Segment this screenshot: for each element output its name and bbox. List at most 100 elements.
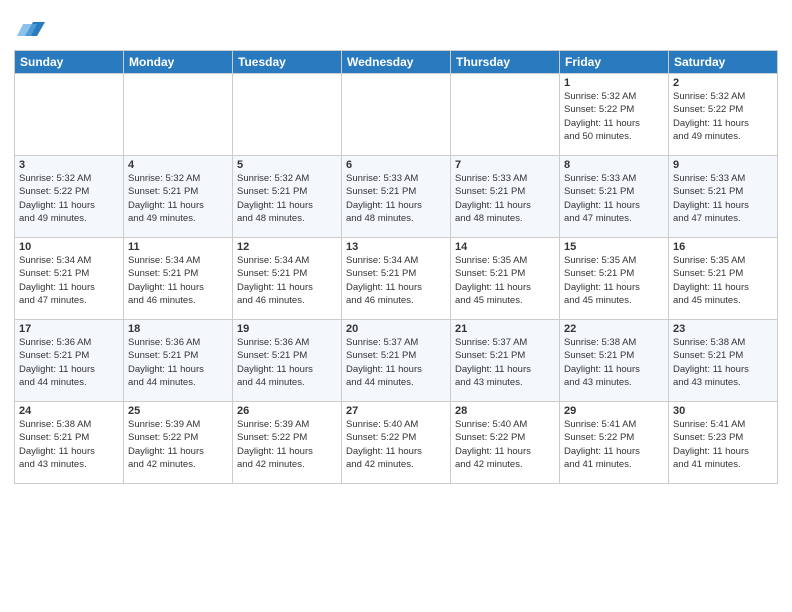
day-info: Sunrise: 5:33 AM Sunset: 5:21 PM Dayligh… bbox=[564, 172, 664, 225]
day-info: Sunrise: 5:32 AM Sunset: 5:21 PM Dayligh… bbox=[237, 172, 337, 225]
calendar-header-friday: Friday bbox=[560, 51, 669, 74]
day-number: 28 bbox=[455, 405, 555, 417]
header bbox=[14, 10, 778, 42]
day-info: Sunrise: 5:36 AM Sunset: 5:21 PM Dayligh… bbox=[237, 336, 337, 389]
day-number: 29 bbox=[564, 405, 664, 417]
day-number: 1 bbox=[564, 77, 664, 89]
calendar-cell: 9Sunrise: 5:33 AM Sunset: 5:21 PM Daylig… bbox=[669, 156, 778, 238]
day-info: Sunrise: 5:41 AM Sunset: 5:22 PM Dayligh… bbox=[564, 418, 664, 471]
day-info: Sunrise: 5:38 AM Sunset: 5:21 PM Dayligh… bbox=[673, 336, 773, 389]
day-number: 3 bbox=[19, 159, 119, 171]
day-info: Sunrise: 5:34 AM Sunset: 5:21 PM Dayligh… bbox=[128, 254, 228, 307]
day-number: 22 bbox=[564, 323, 664, 335]
calendar-cell: 25Sunrise: 5:39 AM Sunset: 5:22 PM Dayli… bbox=[124, 402, 233, 484]
day-number: 5 bbox=[237, 159, 337, 171]
day-info: Sunrise: 5:36 AM Sunset: 5:21 PM Dayligh… bbox=[19, 336, 119, 389]
day-number: 2 bbox=[673, 77, 773, 89]
calendar-cell: 10Sunrise: 5:34 AM Sunset: 5:21 PM Dayli… bbox=[15, 238, 124, 320]
calendar-cell bbox=[451, 74, 560, 156]
calendar-cell: 21Sunrise: 5:37 AM Sunset: 5:21 PM Dayli… bbox=[451, 320, 560, 402]
calendar-table: SundayMondayTuesdayWednesdayThursdayFrid… bbox=[14, 50, 778, 484]
calendar-cell: 2Sunrise: 5:32 AM Sunset: 5:22 PM Daylig… bbox=[669, 74, 778, 156]
calendar-header-monday: Monday bbox=[124, 51, 233, 74]
day-number: 10 bbox=[19, 241, 119, 253]
day-info: Sunrise: 5:32 AM Sunset: 5:21 PM Dayligh… bbox=[128, 172, 228, 225]
day-info: Sunrise: 5:36 AM Sunset: 5:21 PM Dayligh… bbox=[128, 336, 228, 389]
calendar-header-wednesday: Wednesday bbox=[342, 51, 451, 74]
calendar-cell: 4Sunrise: 5:32 AM Sunset: 5:21 PM Daylig… bbox=[124, 156, 233, 238]
day-info: Sunrise: 5:35 AM Sunset: 5:21 PM Dayligh… bbox=[455, 254, 555, 307]
calendar-cell: 17Sunrise: 5:36 AM Sunset: 5:21 PM Dayli… bbox=[15, 320, 124, 402]
calendar-header-tuesday: Tuesday bbox=[233, 51, 342, 74]
day-info: Sunrise: 5:34 AM Sunset: 5:21 PM Dayligh… bbox=[346, 254, 446, 307]
day-info: Sunrise: 5:40 AM Sunset: 5:22 PM Dayligh… bbox=[455, 418, 555, 471]
day-info: Sunrise: 5:32 AM Sunset: 5:22 PM Dayligh… bbox=[19, 172, 119, 225]
day-info: Sunrise: 5:38 AM Sunset: 5:21 PM Dayligh… bbox=[19, 418, 119, 471]
calendar-cell: 30Sunrise: 5:41 AM Sunset: 5:23 PM Dayli… bbox=[669, 402, 778, 484]
day-info: Sunrise: 5:40 AM Sunset: 5:22 PM Dayligh… bbox=[346, 418, 446, 471]
day-info: Sunrise: 5:33 AM Sunset: 5:21 PM Dayligh… bbox=[673, 172, 773, 225]
day-info: Sunrise: 5:39 AM Sunset: 5:22 PM Dayligh… bbox=[128, 418, 228, 471]
day-number: 21 bbox=[455, 323, 555, 335]
day-info: Sunrise: 5:38 AM Sunset: 5:21 PM Dayligh… bbox=[564, 336, 664, 389]
day-number: 27 bbox=[346, 405, 446, 417]
day-info: Sunrise: 5:33 AM Sunset: 5:21 PM Dayligh… bbox=[346, 172, 446, 225]
calendar-cell: 12Sunrise: 5:34 AM Sunset: 5:21 PM Dayli… bbox=[233, 238, 342, 320]
calendar-week-row: 3Sunrise: 5:32 AM Sunset: 5:22 PM Daylig… bbox=[15, 156, 778, 238]
day-info: Sunrise: 5:37 AM Sunset: 5:21 PM Dayligh… bbox=[455, 336, 555, 389]
calendar-cell: 29Sunrise: 5:41 AM Sunset: 5:22 PM Dayli… bbox=[560, 402, 669, 484]
day-number: 18 bbox=[128, 323, 228, 335]
calendar-cell: 28Sunrise: 5:40 AM Sunset: 5:22 PM Dayli… bbox=[451, 402, 560, 484]
page: SundayMondayTuesdayWednesdayThursdayFrid… bbox=[0, 0, 792, 612]
day-number: 12 bbox=[237, 241, 337, 253]
day-info: Sunrise: 5:33 AM Sunset: 5:21 PM Dayligh… bbox=[455, 172, 555, 225]
calendar-cell: 27Sunrise: 5:40 AM Sunset: 5:22 PM Dayli… bbox=[342, 402, 451, 484]
calendar-cell: 19Sunrise: 5:36 AM Sunset: 5:21 PM Dayli… bbox=[233, 320, 342, 402]
calendar-week-row: 17Sunrise: 5:36 AM Sunset: 5:21 PM Dayli… bbox=[15, 320, 778, 402]
day-number: 8 bbox=[564, 159, 664, 171]
day-number: 16 bbox=[673, 241, 773, 253]
logo-icon bbox=[17, 14, 45, 42]
calendar-cell: 8Sunrise: 5:33 AM Sunset: 5:21 PM Daylig… bbox=[560, 156, 669, 238]
calendar-cell bbox=[233, 74, 342, 156]
day-number: 17 bbox=[19, 323, 119, 335]
day-number: 25 bbox=[128, 405, 228, 417]
day-info: Sunrise: 5:35 AM Sunset: 5:21 PM Dayligh… bbox=[673, 254, 773, 307]
calendar-cell: 22Sunrise: 5:38 AM Sunset: 5:21 PM Dayli… bbox=[560, 320, 669, 402]
day-info: Sunrise: 5:34 AM Sunset: 5:21 PM Dayligh… bbox=[19, 254, 119, 307]
day-number: 23 bbox=[673, 323, 773, 335]
day-number: 14 bbox=[455, 241, 555, 253]
day-number: 30 bbox=[673, 405, 773, 417]
day-number: 24 bbox=[19, 405, 119, 417]
day-number: 15 bbox=[564, 241, 664, 253]
day-number: 20 bbox=[346, 323, 446, 335]
calendar-cell: 6Sunrise: 5:33 AM Sunset: 5:21 PM Daylig… bbox=[342, 156, 451, 238]
day-info: Sunrise: 5:34 AM Sunset: 5:21 PM Dayligh… bbox=[237, 254, 337, 307]
calendar-cell: 3Sunrise: 5:32 AM Sunset: 5:22 PM Daylig… bbox=[15, 156, 124, 238]
calendar-cell: 16Sunrise: 5:35 AM Sunset: 5:21 PM Dayli… bbox=[669, 238, 778, 320]
calendar-cell: 5Sunrise: 5:32 AM Sunset: 5:21 PM Daylig… bbox=[233, 156, 342, 238]
calendar-header-sunday: Sunday bbox=[15, 51, 124, 74]
day-number: 7 bbox=[455, 159, 555, 171]
calendar-cell bbox=[15, 74, 124, 156]
day-number: 11 bbox=[128, 241, 228, 253]
day-number: 4 bbox=[128, 159, 228, 171]
calendar-cell: 1Sunrise: 5:32 AM Sunset: 5:22 PM Daylig… bbox=[560, 74, 669, 156]
day-info: Sunrise: 5:41 AM Sunset: 5:23 PM Dayligh… bbox=[673, 418, 773, 471]
calendar-week-row: 1 Sunrise: 5:32 AM Sunset: 5:22 PM Daylig… bbox=[15, 74, 778, 156]
calendar-cell: 18Sunrise: 5:36 AM Sunset: 5:21 PM Dayli… bbox=[124, 320, 233, 402]
calendar-header-row: SundayMondayTuesdayWednesdayThursdayFrid… bbox=[15, 51, 778, 74]
day-info: Sunrise: 5:32 AM Sunset: 5:22 PM Dayligh… bbox=[673, 90, 773, 143]
calendar-cell: 20Sunrise: 5:37 AM Sunset: 5:21 PM Dayli… bbox=[342, 320, 451, 402]
calendar-cell: 14Sunrise: 5:35 AM Sunset: 5:21 PM Dayli… bbox=[451, 238, 560, 320]
calendar-cell: 23Sunrise: 5:38 AM Sunset: 5:21 PM Dayli… bbox=[669, 320, 778, 402]
day-number: 26 bbox=[237, 405, 337, 417]
day-number: 19 bbox=[237, 323, 337, 335]
calendar-cell: 26Sunrise: 5:39 AM Sunset: 5:22 PM Dayli… bbox=[233, 402, 342, 484]
calendar-header-saturday: Saturday bbox=[669, 51, 778, 74]
day-number: 13 bbox=[346, 241, 446, 253]
day-info: Sunrise: 5:39 AM Sunset: 5:22 PM Dayligh… bbox=[237, 418, 337, 471]
calendar-week-row: 10Sunrise: 5:34 AM Sunset: 5:21 PM Dayli… bbox=[15, 238, 778, 320]
day-info: Sunrise: 5:35 AM Sunset: 5:21 PM Dayligh… bbox=[564, 254, 664, 307]
logo bbox=[14, 14, 45, 42]
